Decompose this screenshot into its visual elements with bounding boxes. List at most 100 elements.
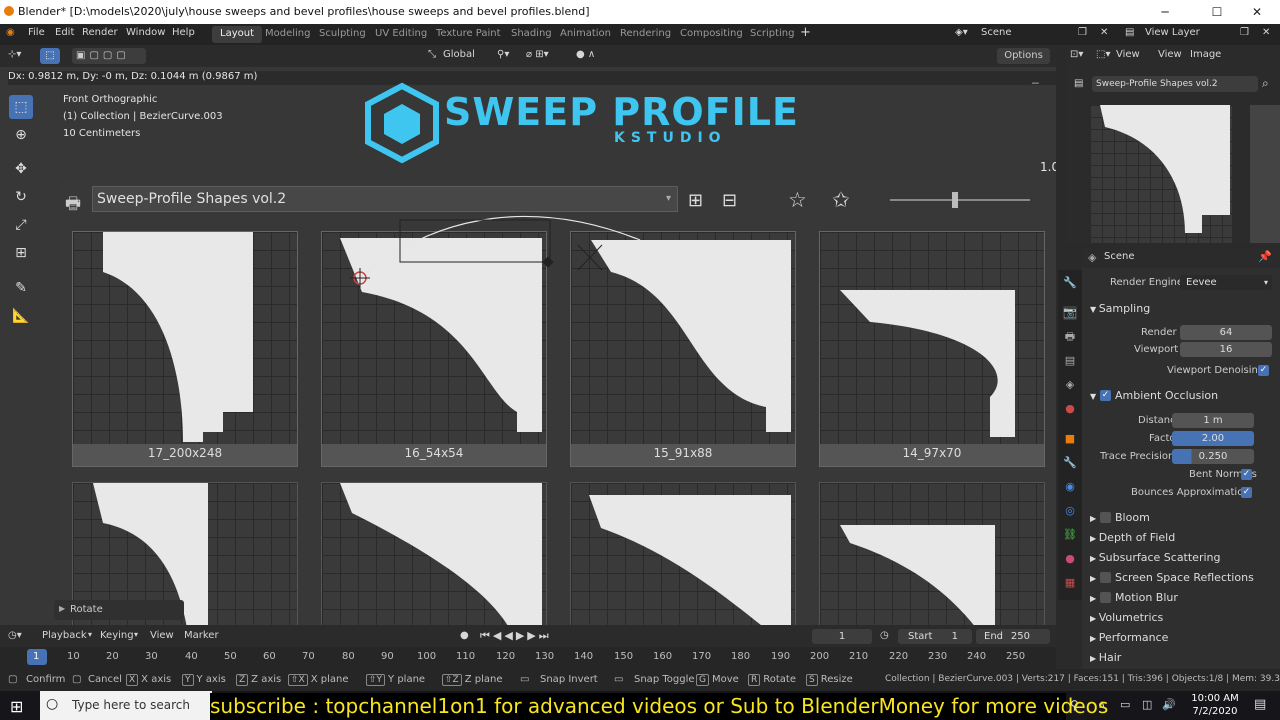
tab-layout[interactable]: Layout bbox=[212, 26, 262, 43]
slider-handle[interactable] bbox=[952, 192, 958, 208]
particles-tab-icon[interactable]: ◉ bbox=[1063, 480, 1077, 494]
image-editor-type-icon[interactable]: ⊡▾ bbox=[1070, 49, 1083, 60]
profile-card-thumb[interactable] bbox=[321, 482, 547, 632]
windows-start-icon[interactable]: ⊞ bbox=[10, 697, 23, 716]
keying-menu[interactable]: Keying bbox=[100, 630, 134, 641]
measure-tool-icon[interactable]: 📐 bbox=[9, 304, 33, 328]
taskbar-search[interactable]: ○ Type here to search bbox=[40, 691, 212, 720]
select-mode-icons[interactable]: ▣▢▢▢ bbox=[72, 48, 146, 64]
ambient-occlusion-section[interactable]: ▼ bbox=[1090, 389, 1096, 402]
tab-animation[interactable]: Animation bbox=[552, 26, 619, 43]
close-button[interactable]: ✕ bbox=[1234, 0, 1280, 24]
performance-section[interactable]: ▶ Performance bbox=[1090, 631, 1168, 644]
proportional-edit-icon[interactable]: ● ∧ bbox=[576, 49, 595, 60]
tab-rendering[interactable]: Rendering bbox=[612, 26, 679, 43]
delete-view-layer-icon[interactable]: ✕ bbox=[1262, 27, 1270, 38]
playback-menu[interactable]: Playback bbox=[42, 630, 87, 641]
hair-section[interactable]: ▶ Hair bbox=[1090, 651, 1121, 664]
scale-tool-icon[interactable]: ⤢ bbox=[9, 213, 33, 237]
profile-card-thumb[interactable] bbox=[570, 482, 796, 632]
subsurface-section[interactable]: ▶ Subsurface Scattering bbox=[1090, 551, 1221, 564]
remove-icon[interactable]: ⊟ bbox=[722, 190, 737, 211]
bezier-curve-overlay[interactable] bbox=[340, 200, 660, 290]
physics-tab-icon[interactable]: ◎ bbox=[1063, 504, 1077, 518]
menu-help[interactable]: Help bbox=[172, 27, 195, 38]
pin-icon[interactable]: 📌 bbox=[1258, 250, 1272, 263]
image-editor[interactable]: ⊡▾ ⬚▾ View View Image Sweep-Profile Shap… bbox=[1066, 45, 1280, 245]
bent-normals-checkbox[interactable]: ✓ bbox=[1241, 469, 1252, 480]
timer-icon[interactable]: ◷ bbox=[880, 630, 889, 641]
image-menu[interactable]: Image bbox=[1190, 49, 1221, 60]
annotate-tool-icon[interactable]: ✎ bbox=[9, 276, 33, 300]
distance-field[interactable]: 1 m bbox=[1172, 413, 1254, 428]
image-name-field[interactable]: Sweep-Profile Shapes vol.2 bbox=[1092, 76, 1258, 92]
add-icon[interactable]: ⊞ bbox=[688, 190, 703, 211]
render-tab-icon[interactable]: 📷 bbox=[1063, 306, 1077, 320]
menu-edit[interactable]: Edit bbox=[55, 27, 74, 38]
motion-blur-checkbox[interactable] bbox=[1100, 592, 1111, 603]
transform-orientation-select[interactable]: Global bbox=[443, 49, 475, 60]
volumetrics-section[interactable]: ▶ Volumetrics bbox=[1090, 611, 1163, 624]
material-tab-icon[interactable]: ● bbox=[1063, 552, 1077, 566]
bloom-checkbox[interactable] bbox=[1100, 512, 1111, 523]
profile-card-17[interactable]: 17_200x248 bbox=[72, 231, 298, 467]
constraints-tab-icon[interactable]: ⛓ bbox=[1063, 528, 1077, 542]
bounces-approx-checkbox[interactable]: ✓ bbox=[1241, 487, 1252, 498]
view-layer-tab-icon[interactable]: ▤ bbox=[1063, 354, 1077, 368]
view-mode-select[interactable]: View bbox=[1116, 49, 1140, 60]
playback-controls-icon[interactable]: ⏮◀◀▶▶⏭ bbox=[480, 629, 552, 643]
new-view-layer-icon[interactable]: ❐ bbox=[1240, 27, 1249, 38]
current-frame-field[interactable]: 1 bbox=[812, 629, 872, 644]
start-frame-field[interactable]: Start 1 bbox=[898, 629, 972, 644]
new-scene-icon[interactable]: ❐ bbox=[1078, 27, 1087, 38]
cursor-tool-icon[interactable]: ⊕ bbox=[9, 123, 33, 147]
depth-of-field-section[interactable]: ▶ Depth of Field bbox=[1090, 531, 1175, 544]
tab-uv-editing[interactable]: UV Editing bbox=[367, 26, 435, 43]
profile-card-thumb[interactable] bbox=[819, 482, 1045, 632]
notifications-icon[interactable]: ▤ bbox=[1254, 697, 1266, 712]
tab-compositing[interactable]: Compositing bbox=[672, 26, 751, 43]
menu-window[interactable]: Window bbox=[126, 27, 165, 38]
ssr-checkbox[interactable] bbox=[1100, 572, 1111, 583]
select-box-icon[interactable]: ⬚ bbox=[40, 48, 60, 64]
pivot-icon[interactable]: ⚲▾ bbox=[497, 49, 509, 60]
scene-tab-icon[interactable]: ◈ bbox=[1063, 378, 1077, 392]
printer-icon[interactable]: 🖶 bbox=[65, 191, 81, 220]
viewport-samples-field[interactable]: 16 bbox=[1180, 342, 1272, 357]
add-workspace-icon[interactable]: + bbox=[800, 25, 811, 40]
timeline-view-menu[interactable]: View bbox=[150, 630, 174, 641]
timeline-editor-icon[interactable]: ◷▾ bbox=[8, 630, 22, 641]
menu-render[interactable]: Render bbox=[82, 27, 118, 38]
end-frame-field[interactable]: End 250 bbox=[976, 629, 1050, 644]
scene-icon[interactable]: ◈▾ bbox=[955, 27, 968, 38]
tab-texture-paint[interactable]: Texture Paint bbox=[428, 26, 509, 43]
ssr-section[interactable]: ▶ bbox=[1090, 571, 1096, 584]
texture-tab-icon[interactable]: ▦ bbox=[1063, 576, 1077, 590]
bloom-section[interactable]: ▶ bbox=[1090, 511, 1096, 524]
object-tab-icon[interactable]: ■ bbox=[1063, 432, 1077, 446]
volume-icon[interactable]: 🔊 bbox=[1162, 698, 1176, 711]
tab-sculpting[interactable]: Sculpting bbox=[311, 26, 374, 43]
render-engine-select[interactable]: Eevee ▾ bbox=[1180, 275, 1272, 290]
tab-scripting[interactable]: Scripting bbox=[742, 26, 802, 43]
move-tool-icon[interactable]: ✥ bbox=[9, 157, 33, 181]
factor-field[interactable]: 2.00 bbox=[1172, 431, 1254, 446]
select-tool-icon[interactable]: ⬚ bbox=[9, 95, 33, 119]
transform-tool-icon[interactable]: ⊞ bbox=[9, 241, 33, 265]
sampling-section[interactable]: ▼ Sampling bbox=[1090, 302, 1150, 315]
clock-date[interactable]: 7/2/2020 bbox=[1185, 706, 1245, 717]
marker-menu[interactable]: Marker bbox=[184, 630, 219, 641]
thumbnail-size-slider[interactable] bbox=[890, 199, 1030, 201]
trace-precision-field[interactable]: 0.250 bbox=[1172, 449, 1254, 464]
output-tab-icon[interactable]: 🖶 bbox=[1063, 330, 1077, 344]
options-dropdown[interactable]: Options bbox=[997, 48, 1050, 64]
minimize-button[interactable]: ─ bbox=[1142, 0, 1188, 24]
favorite-star-icon[interactable]: ☆ bbox=[788, 188, 807, 212]
mode-icon[interactable]: ⬚▾ bbox=[1096, 49, 1110, 60]
zoom-icon[interactable]: ⌕ bbox=[1262, 76, 1269, 91]
modifier-tab-icon[interactable]: 🔧 bbox=[1063, 456, 1077, 470]
network-icon[interactable]: ◫ bbox=[1142, 698, 1152, 711]
image-browse-icon[interactable]: ▤ bbox=[1074, 78, 1083, 89]
rotate-tool-icon[interactable]: ↻ bbox=[9, 185, 33, 209]
view-menu[interactable]: View bbox=[1158, 49, 1182, 60]
